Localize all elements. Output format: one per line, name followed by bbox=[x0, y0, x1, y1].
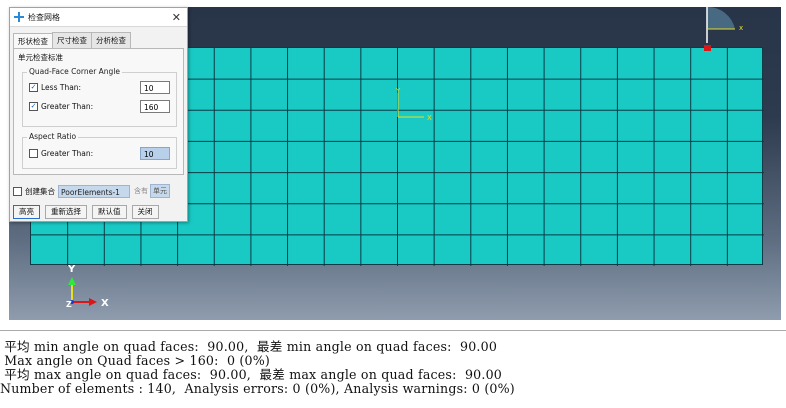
message-output-area: 平均 min angle on quad faces: 90.00, 最差 mi… bbox=[0, 336, 786, 408]
output-line-4: Number of elements : 140, Analysis error… bbox=[0, 381, 515, 396]
mesh-tool-icon bbox=[14, 12, 24, 22]
greater-than-input[interactable]: 160 bbox=[140, 100, 170, 113]
output-line-2: Max angle on Quad faces > 160: 0 (0%) bbox=[0, 353, 270, 368]
tab-shape-check[interactable]: 形状检查 bbox=[13, 33, 53, 49]
output-line-3: 平均 max angle on quad faces: 90.00, 最差 ma… bbox=[0, 367, 503, 382]
axis-triad: Y Z X bbox=[66, 264, 109, 309]
less-than-checkbox[interactable]: ✓ bbox=[29, 83, 38, 92]
less-than-row: ✓ Less Than: bbox=[29, 83, 81, 92]
less-than-input[interactable]: 10 bbox=[140, 81, 170, 94]
defaults-button[interactable]: 默认值 bbox=[92, 205, 127, 219]
contains-label: 含有 bbox=[134, 187, 148, 195]
greater-than-label: Greater Than: bbox=[41, 102, 94, 111]
mini-triad-x-label: X bbox=[427, 114, 432, 122]
mini-triad-y-label: Y bbox=[395, 87, 401, 95]
axis-z-label: Z bbox=[66, 300, 72, 309]
dialog-titlebar[interactable]: 检查网格 ✕ bbox=[10, 8, 187, 27]
corner-triad-icon: x bbox=[704, 7, 743, 51]
reselect-button[interactable]: 重新选择 bbox=[45, 205, 87, 219]
quad-angle-group: Quad-Face Corner Angle ✓ Less Than: 10 ✓… bbox=[22, 67, 177, 127]
create-set-checkbox[interactable] bbox=[13, 186, 22, 196]
output-line-1: 平均 min angle on quad faces: 90.00, 最差 mi… bbox=[0, 339, 498, 354]
mini-triad: Y X bbox=[395, 87, 432, 122]
output-divider bbox=[0, 330, 786, 331]
aspect-greater-checkbox[interactable] bbox=[29, 149, 38, 158]
verify-mesh-dialog: 检查网格 ✕ 形状检查 尺寸检查 分析检查 单元检查标准 Quad-Face C… bbox=[9, 7, 188, 222]
set-name-field[interactable]: PoorElements-1 bbox=[58, 184, 130, 198]
less-than-label: Less Than: bbox=[41, 83, 82, 92]
close-button[interactable]: 关闭 bbox=[131, 205, 159, 219]
tab-size-check[interactable]: 尺寸检查 bbox=[52, 32, 92, 48]
tab-analysis-check[interactable]: 分析检查 bbox=[91, 32, 131, 48]
aspect-ratio-group: Aspect Ratio Greater Than: 10 bbox=[22, 132, 177, 169]
create-set-row: 创建集合 PoorElements-1 含有 单元 bbox=[13, 184, 170, 198]
highlight-button[interactable]: 高亮 bbox=[13, 205, 40, 219]
svg-text:x: x bbox=[739, 24, 743, 32]
aspect-greater-row: Greater Than: bbox=[29, 149, 93, 158]
element-type-select[interactable]: 单元 bbox=[150, 184, 170, 198]
greater-than-row: ✓ Greater Than: bbox=[29, 102, 93, 111]
greater-than-checkbox[interactable]: ✓ bbox=[29, 102, 38, 111]
dialog-buttons: 高亮 重新选择 默认值 关闭 bbox=[13, 205, 164, 219]
criteria-label: 单元检查标准 bbox=[18, 53, 63, 62]
axis-y-label: Y bbox=[67, 264, 76, 275]
aspect-ratio-group-title: Aspect Ratio bbox=[27, 132, 79, 141]
dialog-tabs: 形状检查 尺寸检查 分析检查 bbox=[13, 32, 187, 49]
close-icon[interactable]: ✕ bbox=[172, 11, 181, 24]
create-set-label: 创建集合 bbox=[25, 186, 55, 196]
axis-x-label: X bbox=[101, 298, 109, 309]
dialog-title: 检查网格 bbox=[28, 12, 60, 22]
aspect-greater-label: Greater Than: bbox=[41, 149, 94, 158]
aspect-greater-input[interactable]: 10 bbox=[140, 147, 170, 160]
tab-panel: 单元检查标准 Quad-Face Corner Angle ✓ Less Tha… bbox=[13, 48, 184, 175]
quad-angle-group-title: Quad-Face Corner Angle bbox=[27, 67, 123, 76]
